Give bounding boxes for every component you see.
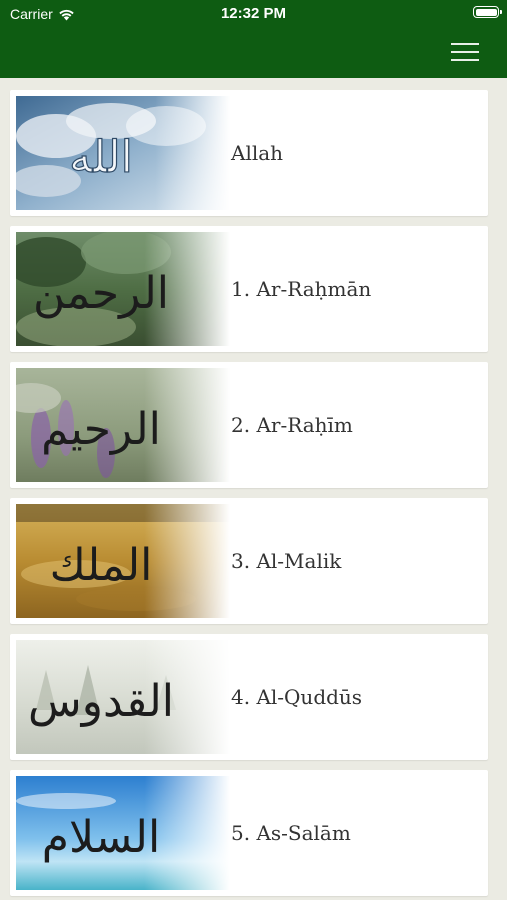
item-label: Allah [231,141,284,165]
calligraphy-4: القدوس [28,676,174,727]
list-item-al-malik[interactable]: الملك 3. Al-Malik [10,498,488,624]
misty-forest-image: القدوس [16,640,230,754]
blue-sky-sea-image: السلام [16,776,230,890]
navigation-bar: Carrier 12:32 PM [0,0,507,78]
calligraphy-5: السلام [42,812,160,863]
list-item-as-salam[interactable]: السلام 5. As-Salām [10,770,488,896]
list-item-ar-rahman[interactable]: الرحمن 1. Ar-Raḥmān [10,226,488,352]
calligraphy-3: الملك [50,540,153,591]
calligraphy-2: الرحيم [41,404,161,455]
menu-button[interactable] [451,41,479,63]
calligraphy-0: الله [69,132,133,183]
hamburger-menu-icon [451,43,479,45]
forest-meadow-image: الرحمن [16,232,230,346]
calligraphy-1: الرحمن [33,268,169,319]
item-label: 5. As-Salām [231,821,351,845]
lavender-field-image: الرحيم [16,368,230,482]
cloudy-sky-image: الله [16,96,230,210]
status-time: 12:32 PM [220,5,287,22]
battery-icon [473,6,502,18]
list-item-ar-rahim[interactable]: الرحيم 2. Ar-Raḥīm [10,362,488,488]
list-item-al-quddus[interactable]: القدوس 4. Al-Quddūs [10,634,488,760]
item-label: 1. Ar-Raḥmān [231,277,372,301]
item-label: 4. Al-Quddūs [231,685,363,709]
list-item-allah[interactable]: الله Allah [10,90,488,216]
golden-sand-image: الملك [16,504,230,618]
item-label: 3. Al-Malik [231,549,342,573]
item-label: 2. Ar-Raḥīm [231,413,353,437]
